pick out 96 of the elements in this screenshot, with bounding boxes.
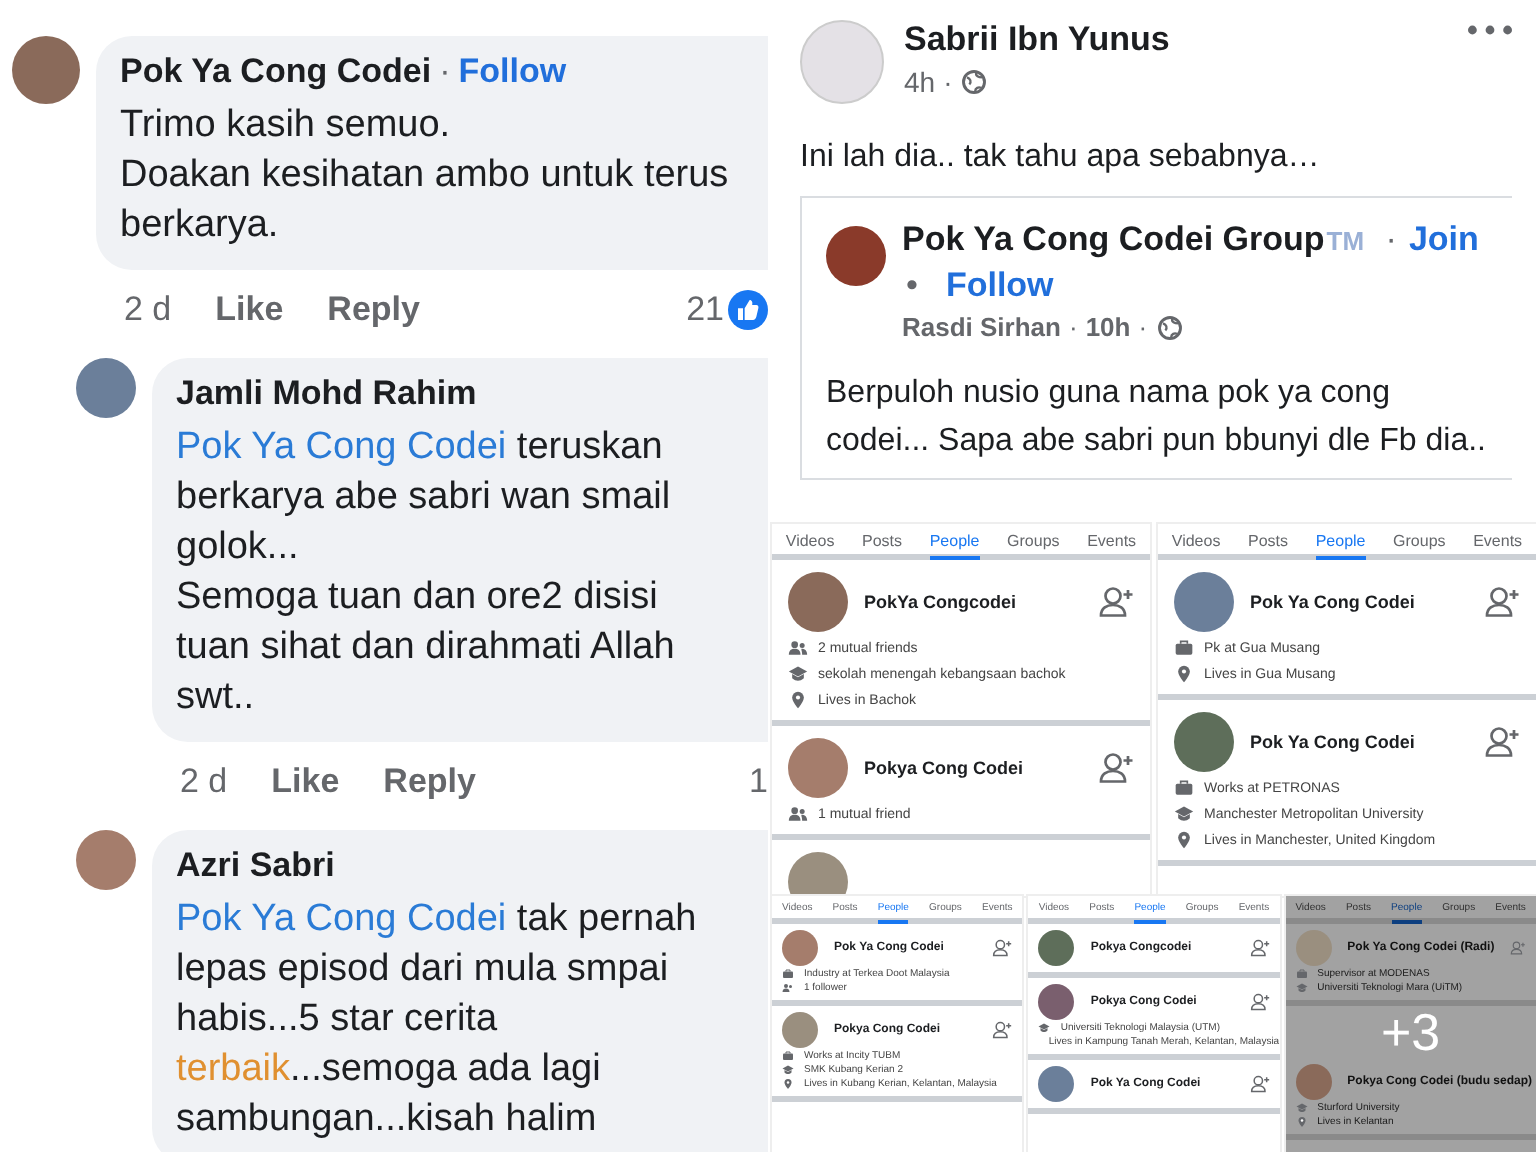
post-author-name[interactable]: Sabrii Ibn Yunus <box>904 20 1448 60</box>
graduation-cap-icon <box>1038 1022 1051 1034</box>
profile-name[interactable]: Pok Ya Cong Codei <box>1250 592 1468 612</box>
profile-avatar <box>1295 930 1332 966</box>
profile-avatar <box>788 738 848 798</box>
comment-action-link[interactable]: Like <box>215 290 284 330</box>
follow-link[interactable]: Follow <box>458 52 567 90</box>
search-filter-tab[interactable]: Posts <box>1248 532 1289 560</box>
briefcase-icon <box>1174 638 1194 658</box>
location-pin-icon <box>782 1078 794 1090</box>
add-friend-icon <box>1098 750 1134 786</box>
people-icon <box>782 982 794 994</box>
profile-avatar <box>788 852 848 896</box>
add-friend-icon <box>992 1020 1013 1040</box>
search-filter-tab[interactable]: Posts <box>862 532 903 560</box>
profile-avatar <box>1038 930 1075 966</box>
mention-link[interactable]: Pok Ya Cong Codei <box>176 426 507 468</box>
separator-dot: · <box>1068 312 1078 342</box>
bullet-dot: • <box>906 266 918 304</box>
profile-avatar <box>1038 1066 1075 1102</box>
separator-dot: · <box>1385 220 1397 258</box>
add-friend-icon <box>1249 1074 1270 1094</box>
comment-text: Pok Ya Cong Codei tak pernah lepas episod dari mula smpai habis...5 star cerita terbaik...semoga ada lagi sambungan...kisah halim <box>176 896 699 1144</box>
post-time: 4h <box>904 66 936 98</box>
group-avatar <box>826 226 886 286</box>
profile-avatar <box>1174 572 1234 632</box>
graduation-cap-icon <box>1295 982 1308 994</box>
more-options-icon <box>1468 24 1512 36</box>
avatar <box>76 358 136 418</box>
profile-avatar <box>788 572 848 632</box>
post-time: 10h <box>1085 312 1131 342</box>
add-friend-icon <box>1510 938 1526 958</box>
graduation-cap-icon <box>788 664 808 684</box>
commenter-name[interactable]: Pok Ya Cong Codei <box>120 52 432 90</box>
add-friend-icon <box>1249 992 1270 1012</box>
globe-icon <box>1155 313 1184 341</box>
commenter-name[interactable]: Jamli Mohd Rahim <box>176 374 477 412</box>
add-friend-icon <box>1484 724 1520 760</box>
add-friend-icon <box>992 938 1013 958</box>
reaction-count: 1 <box>749 762 768 802</box>
profile-name[interactable]: PokYa Congcodei <box>864 592 1082 612</box>
briefcase-icon <box>782 1050 794 1062</box>
avatar <box>76 830 136 890</box>
people-icon <box>788 804 808 824</box>
separator-dot: · <box>1138 312 1148 342</box>
avatar <box>12 36 80 104</box>
post-text: Ini lah dia.. tak tahu apa sebabnya… <box>800 140 1322 176</box>
commenter-name[interactable]: Azri Sabri <box>176 846 335 884</box>
comment-text: Trimo kasih semuo. Doakan kesihatan ambo untuk terus berkarya. <box>120 102 731 250</box>
shared-post-text: Berpuloh nusio guna nama pok ya cong codei... Sapa abe sabri pun bbunyi dle Fb dia.. <box>826 374 1488 462</box>
add-friend-icon <box>1484 584 1520 620</box>
reaction-count: 21 <box>686 290 724 330</box>
profile-avatar <box>1295 1064 1332 1100</box>
join-link[interactable]: Join <box>1408 220 1479 258</box>
mention-link[interactable]: Pok Ya Cong Codei <box>176 898 507 940</box>
people-icon <box>788 638 808 658</box>
comment-action-link[interactable]: Reply <box>327 290 420 330</box>
location-pin-icon <box>1295 1116 1308 1128</box>
comment-action-link[interactable]: Like <box>271 762 340 802</box>
comment-time: 2 d <box>180 762 228 802</box>
add-friend-icon <box>1098 584 1134 620</box>
briefcase-icon <box>782 968 794 980</box>
search-filter-tab[interactable]: Events <box>1473 532 1523 560</box>
group-name[interactable]: Pok Ya Cong Codei Group <box>902 220 1325 258</box>
search-filter-tab[interactable]: Events <box>1087 532 1137 560</box>
location-pin-icon <box>1174 664 1194 684</box>
profile-avatar <box>782 930 818 966</box>
comment-action-link[interactable]: Reply <box>383 762 476 802</box>
profile-avatar <box>1174 712 1234 772</box>
location-pin-icon <box>1174 830 1194 850</box>
profile-avatar <box>1038 984 1075 1020</box>
follow-link[interactable]: Follow <box>945 266 1054 304</box>
graduation-cap-icon <box>782 1064 794 1076</box>
briefcase-icon <box>1295 968 1308 980</box>
profile-name[interactable]: Pokya Cong Codei <box>864 758 1082 778</box>
search-filter-tab[interactable]: Groups <box>1007 532 1060 560</box>
profile-name[interactable]: Pok Ya Cong Codei <box>1250 732 1468 752</box>
search-filter-tab[interactable]: People <box>929 532 980 560</box>
separator-dot: · <box>439 52 451 90</box>
search-filter-tab[interactable]: Videos <box>785 532 835 560</box>
profile-avatar <box>782 1012 818 1048</box>
globe-icon <box>960 68 989 96</box>
comment-text: Pok Ya Cong Codei teruskan berkarya abe sabri wan smail golok... Semoga tuan dan ore2 disisi tuan sihat dan dirahmati Allah swt.. <box>176 424 677 722</box>
separator-dot: · <box>943 66 953 98</box>
search-filter-tab[interactable]: Videos <box>1171 532 1221 560</box>
avatar <box>800 20 884 104</box>
graduation-cap-icon <box>1295 1102 1308 1114</box>
author-name[interactable]: Rasdi Sirhan <box>902 312 1061 342</box>
graduation-cap-icon <box>1174 804 1194 824</box>
comment-time: 2 d <box>124 290 172 330</box>
location-pin-icon <box>788 690 808 710</box>
search-filter-tab[interactable]: Groups <box>1393 532 1446 560</box>
add-friend-icon <box>1249 938 1270 958</box>
search-filter-tab[interactable]: People <box>1315 532 1366 560</box>
briefcase-icon <box>1174 778 1194 798</box>
trademark-text: TM <box>1326 226 1365 256</box>
